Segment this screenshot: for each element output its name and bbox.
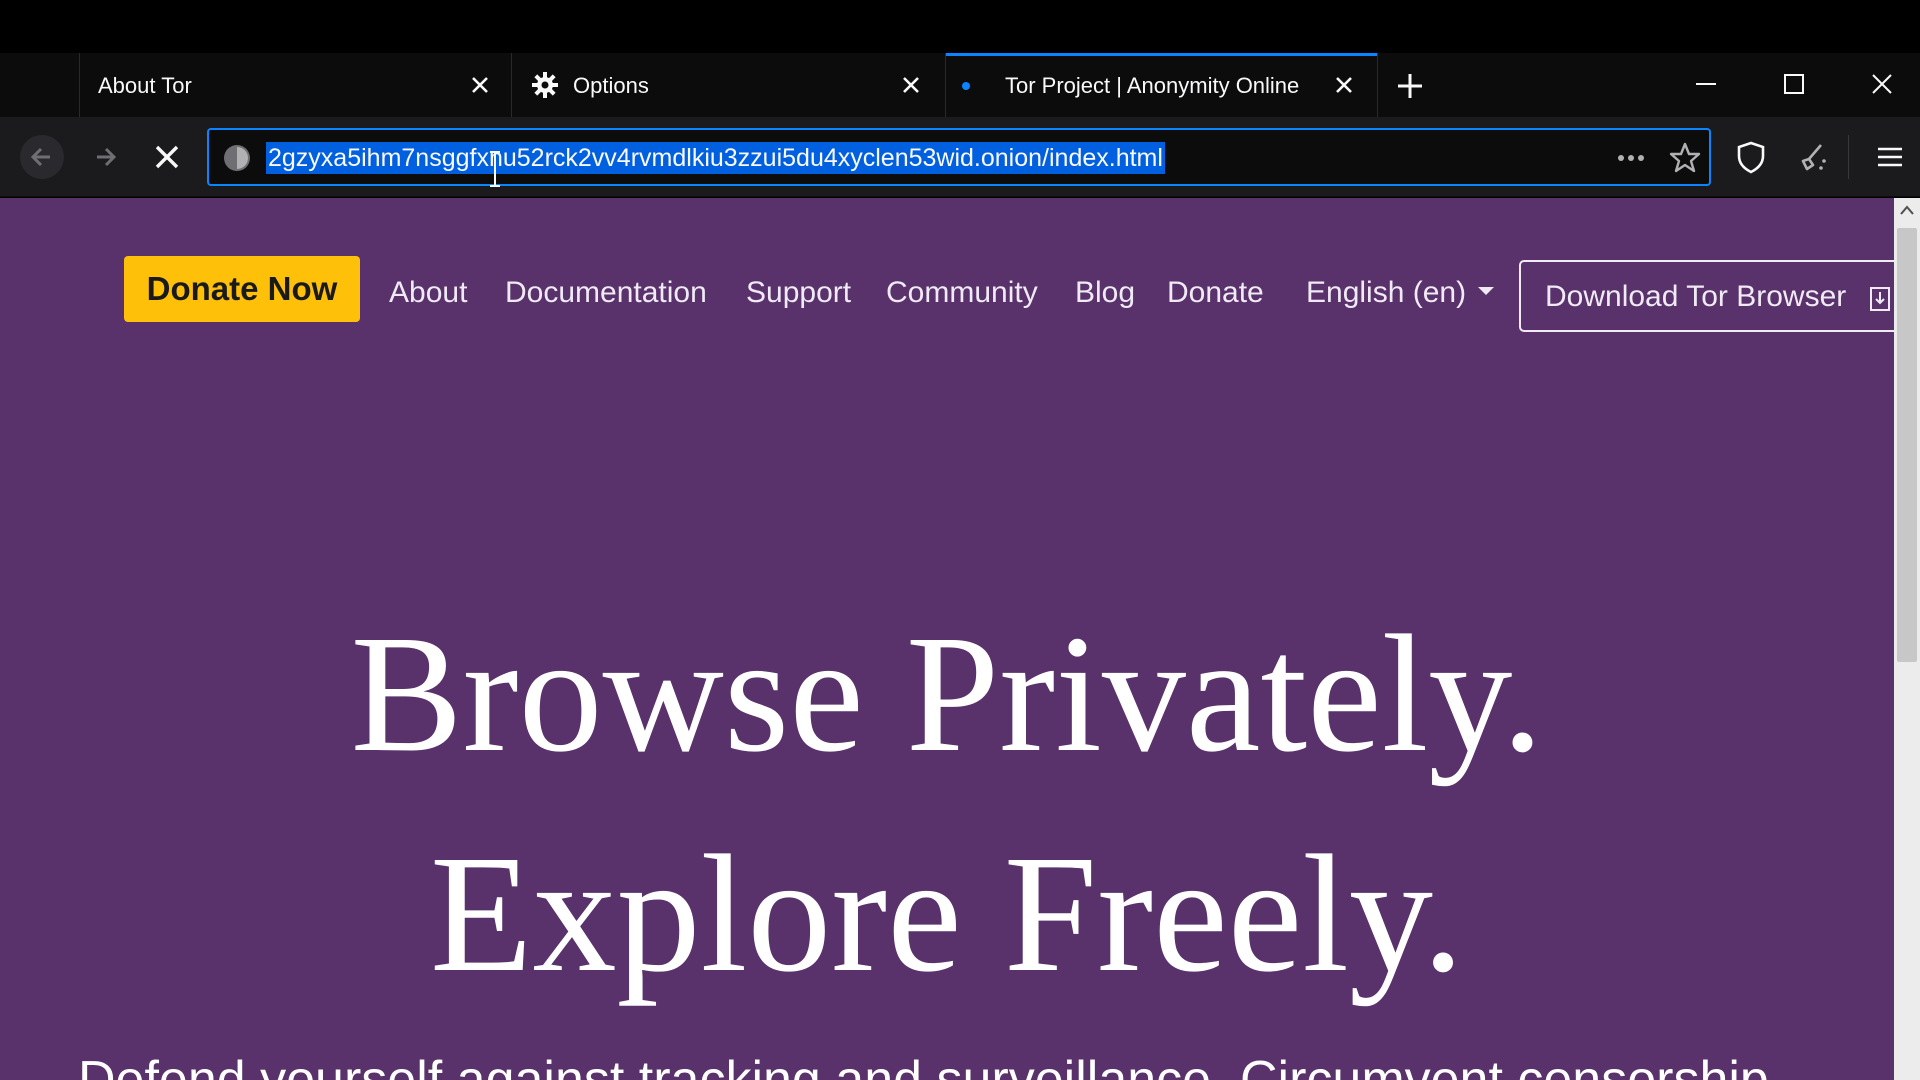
maximize-icon[interactable]: [1772, 66, 1816, 102]
stop-x-icon: [155, 145, 179, 169]
scroll-up-arrow-icon[interactable]: [1898, 202, 1916, 218]
page-scrollbar[interactable]: [1894, 198, 1920, 1080]
scrollbar-thumb[interactable]: [1897, 228, 1917, 662]
tab-options[interactable]: Options: [512, 53, 946, 117]
download-icon: [1870, 287, 1890, 311]
minimize-icon[interactable]: [1684, 66, 1728, 102]
caret-down-icon: [1478, 287, 1495, 296]
shield-icon[interactable]: [1733, 139, 1769, 175]
tab-tor-project[interactable]: Tor Project | Anonymity Online: [946, 53, 1378, 117]
hero-headline-line1: Browse Privately.: [350, 601, 1544, 787]
back-arrow-icon: [30, 147, 50, 167]
close-icon[interactable]: [466, 71, 494, 99]
page-actions-more-icon[interactable]: [1613, 140, 1649, 176]
close-icon[interactable]: [897, 71, 925, 99]
stop-loading-button[interactable]: [145, 135, 189, 179]
hero-headline-line2: Explore Freely.: [429, 821, 1465, 1007]
nav-link-blog[interactable]: Blog: [1075, 276, 1135, 310]
language-label: English (en): [1306, 276, 1467, 309]
back-button[interactable]: [20, 135, 64, 179]
site-identity-icon[interactable]: [222, 143, 252, 173]
new-identity-broom-icon[interactable]: [1795, 139, 1831, 175]
hero-subheading: Defend yourself against tracking and sur…: [78, 1051, 1784, 1080]
forward-arrow-icon: [97, 147, 117, 167]
new-tab-plus-icon[interactable]: [1390, 68, 1430, 104]
page-content: Donate Now About Documentation Support C…: [0, 198, 1894, 1080]
toolbar-separator: [1848, 135, 1849, 179]
nav-link-about[interactable]: About: [389, 276, 467, 310]
hamburger-menu-icon[interactable]: [1872, 139, 1908, 175]
window-close-icon[interactable]: [1860, 66, 1904, 102]
close-icon[interactable]: [1330, 71, 1358, 99]
tab-strip: About Tor Options Tor Project | Anonymit…: [0, 53, 1920, 117]
forward-button[interactable]: [83, 135, 127, 179]
nav-link-community[interactable]: Community: [886, 276, 1038, 310]
nav-link-documentation[interactable]: Documentation: [505, 276, 707, 310]
tab-label: Options: [573, 73, 649, 98]
tab-about-tor[interactable]: About Tor: [80, 53, 512, 117]
language-selector[interactable]: English (en): [1306, 276, 1495, 310]
loading-indicator-icon: [962, 82, 970, 90]
tab-label: About Tor: [98, 73, 192, 98]
gear-icon: [532, 72, 558, 98]
text-cursor-icon: [490, 151, 500, 187]
download-label: Download Tor Browser: [1545, 280, 1847, 313]
address-bar[interactable]: 2gzyxa5ihm7nsggfxnu52rck2vv4rvmdlkiu3zzu…: [207, 128, 1711, 186]
url-text[interactable]: 2gzyxa5ihm7nsggfxnu52rck2vv4rvmdlkiu3zzu…: [266, 142, 1165, 174]
tab-label: Tor Project | Anonymity Online: [1005, 73, 1300, 98]
donate-now-button[interactable]: Donate Now: [124, 256, 360, 322]
tab-strip-leading: [0, 53, 80, 117]
bookmark-star-icon[interactable]: [1667, 140, 1703, 176]
nav-link-donate[interactable]: Donate: [1167, 276, 1264, 310]
download-tor-browser-button[interactable]: Download Tor Browser: [1519, 260, 1894, 332]
navigation-toolbar: 2gzyxa5ihm7nsggfxnu52rck2vv4rvmdlkiu3zzu…: [0, 117, 1920, 197]
nav-link-support[interactable]: Support: [746, 276, 851, 310]
